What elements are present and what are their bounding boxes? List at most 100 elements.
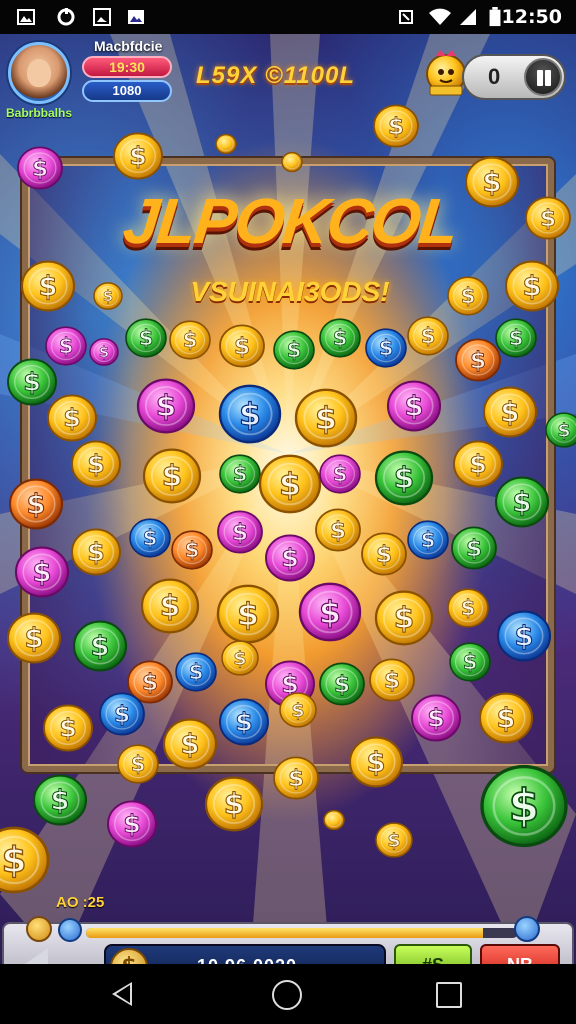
bet-button[interactable]: #S (394, 944, 472, 964)
coin[interactable]: $ (219, 454, 261, 494)
coin[interactable]: $ (47, 394, 97, 442)
coin[interactable]: $ (525, 196, 571, 240)
coin[interactable]: $ (221, 640, 259, 676)
coin[interactable]: $ (171, 530, 213, 570)
sync-icon (57, 8, 75, 26)
coin[interactable]: $ (218, 384, 282, 444)
max-button[interactable]: NB (480, 944, 560, 964)
coin[interactable]: $ (273, 330, 315, 370)
coin[interactable]: $ (136, 378, 196, 434)
coin[interactable]: $ (217, 510, 263, 554)
coin[interactable]: $ (480, 764, 568, 848)
coin[interactable]: $ (407, 520, 449, 560)
coin[interactable]: $ (8, 478, 64, 530)
coin[interactable]: $ (455, 338, 501, 382)
coin[interactable]: $ (32, 774, 88, 826)
coin[interactable]: $ (113, 132, 163, 180)
coin[interactable]: $ (504, 260, 560, 312)
coin[interactable]: $ (273, 756, 319, 800)
dollar-sign-icon: $ (33, 557, 52, 588)
coin[interactable]: $ (369, 658, 415, 702)
coin[interactable]: $ (175, 652, 217, 692)
coin[interactable]: $ (14, 546, 70, 598)
coin[interactable]: $ (93, 282, 123, 310)
coin[interactable]: $ (99, 692, 145, 736)
coin[interactable]: $ (107, 800, 157, 848)
coin[interactable]: $ (495, 318, 537, 358)
coin[interactable] (215, 133, 237, 155)
coin[interactable]: $ (348, 736, 404, 788)
coin[interactable]: $ (125, 318, 167, 358)
coin[interactable]: $ (319, 454, 361, 494)
coin[interactable]: $ (7, 358, 57, 406)
dollar-sign-icon: $ (279, 467, 301, 503)
dollar-sign-icon: $ (235, 708, 253, 737)
nav-back-icon[interactable] (112, 982, 132, 1006)
coin[interactable]: $ (496, 610, 552, 662)
coin[interactable]: $ (162, 718, 218, 770)
back-arrow-icon[interactable] (22, 948, 48, 964)
coin[interactable]: $ (204, 776, 264, 832)
coin[interactable]: $ (411, 694, 461, 742)
coin[interactable]: $ (319, 318, 361, 358)
dollar-sign-icon: $ (367, 747, 386, 778)
coin[interactable]: $ (219, 698, 269, 746)
coin[interactable]: $ (447, 276, 489, 316)
coin[interactable]: $ (298, 582, 362, 642)
coin[interactable]: $ (294, 388, 358, 448)
coin[interactable]: $ (129, 518, 171, 558)
coin[interactable]: $ (43, 704, 93, 752)
coin[interactable]: $ (45, 326, 87, 366)
coin[interactable] (323, 809, 345, 831)
coin[interactable]: $ (0, 826, 50, 894)
player-avatar[interactable] (8, 42, 70, 104)
coin[interactable]: $ (374, 590, 434, 646)
game-scene[interactable]: $ $ $ $ $ $ $ $ $ $ $ $ $ $ $ $ $ $ $ $ $ $ $ $ $ $ $ $ $ $ $ $ $ $ $ $ $ $ $ $… (0, 34, 576, 964)
coin[interactable]: $ (142, 448, 202, 504)
dollar-sign-icon: $ (405, 391, 424, 422)
coin[interactable]: $ (219, 324, 265, 368)
coin[interactable]: $ (482, 386, 538, 438)
coin[interactable]: $ (117, 744, 159, 784)
coin[interactable]: $ (478, 692, 534, 744)
coin[interactable]: $ (545, 412, 576, 448)
coin[interactable]: $ (140, 578, 200, 634)
coin[interactable]: $ (494, 476, 550, 528)
coin[interactable]: $ (6, 612, 62, 664)
pause-button[interactable] (524, 58, 562, 96)
coin[interactable]: $ (265, 534, 315, 582)
nav-recent-icon[interactable] (436, 982, 462, 1008)
dollar-sign-icon: $ (2, 840, 27, 881)
coin[interactable]: $ (169, 320, 211, 360)
coin[interactable]: $ (447, 588, 489, 628)
coin[interactable]: $ (365, 328, 407, 368)
coin[interactable]: $ (407, 316, 449, 356)
nav-home-icon[interactable] (272, 980, 302, 1010)
coin[interactable]: $ (386, 380, 442, 432)
coin[interactable]: $ (20, 260, 76, 312)
coin[interactable]: $ (71, 440, 121, 488)
battery-icon (489, 7, 501, 27)
coin[interactable]: $ (315, 508, 361, 552)
coin[interactable]: $ (373, 104, 419, 148)
coin[interactable]: $ (17, 146, 63, 190)
coin[interactable]: $ (453, 440, 503, 488)
coin[interactable]: $ (89, 338, 119, 366)
image-icon (128, 10, 144, 24)
coin[interactable]: $ (216, 584, 280, 644)
coin[interactable]: $ (279, 692, 317, 728)
coin[interactable]: $ (361, 532, 407, 576)
coin[interactable]: $ (71, 528, 121, 576)
dollar-sign-icon: $ (461, 284, 476, 308)
coin[interactable]: $ (374, 450, 434, 506)
dollar-sign-icon: $ (139, 326, 154, 350)
coin[interactable]: $ (319, 662, 365, 706)
coin[interactable]: $ (72, 620, 128, 672)
coin[interactable] (281, 151, 303, 173)
coin[interactable]: $ (449, 642, 491, 682)
coin[interactable]: $ (451, 526, 497, 570)
coin[interactable]: $ (258, 454, 322, 514)
coin-field[interactable]: $ $ $ $ $ $ $ $ $ $ $ $ $ $ $ $ $ $ $ $ $ $ $ $ $ $ $ $ $ $ $ $ $ $ $ $ $ $ $ $… (0, 34, 576, 964)
coin[interactable]: $ (375, 822, 413, 858)
dollar-sign-icon: $ (463, 650, 478, 674)
